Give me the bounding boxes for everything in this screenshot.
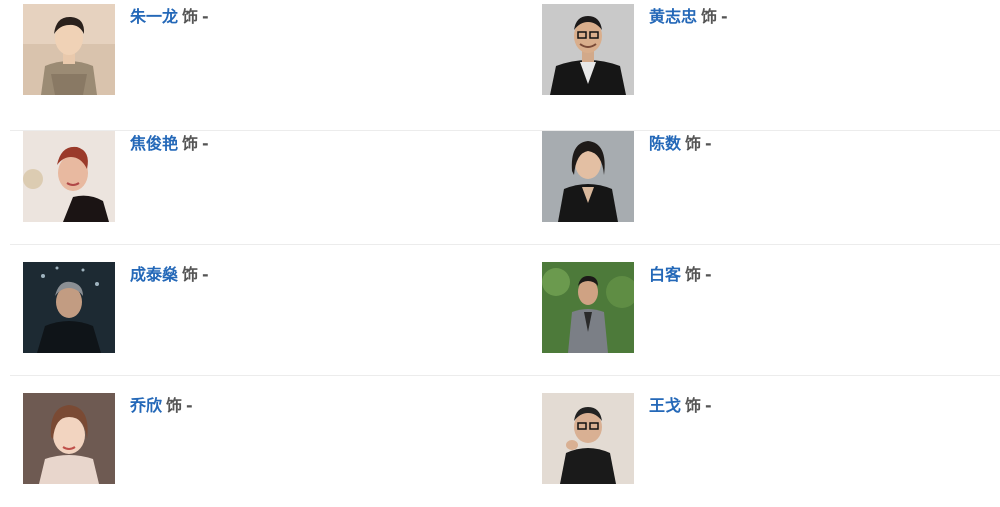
role-connector: 饰 — [701, 7, 718, 26]
cast-row: 焦俊艳饰 - 陈数饰 - — [10, 114, 1000, 245]
cast-item: 陈数饰 - — [542, 131, 962, 223]
cast-caption: 焦俊艳饰 - — [130, 133, 209, 155]
cast-item: 朱一龙饰 - — [23, 4, 443, 96]
role-name: - — [202, 265, 209, 284]
actor-name-link[interactable]: 白客 — [649, 265, 681, 284]
cast-caption: 王戈饰 - — [649, 395, 712, 417]
cast-row: 乔欣饰 - 王戈饰 - — [10, 376, 1000, 507]
role-connector: 饰 — [685, 265, 702, 284]
role-name: - — [705, 396, 712, 415]
cast-item: 黄志忠饰 - — [542, 4, 962, 96]
cast-item: 成泰燊饰 - — [23, 262, 443, 354]
cast-row: 朱一龙饰 - 黄志忠饰 - — [10, 0, 1000, 131]
cast-item: 焦俊艳饰 - — [23, 131, 443, 223]
actor-name-link[interactable]: 焦俊艳 — [130, 134, 178, 153]
cast-item: 白客饰 - — [542, 262, 962, 354]
role-connector: 饰 — [685, 134, 702, 153]
actor-name-link[interactable]: 成泰燊 — [130, 265, 178, 284]
role-name: - — [721, 7, 728, 26]
actor-name-link[interactable]: 乔欣 — [130, 396, 162, 415]
cast-caption: 乔欣饰 - — [130, 395, 193, 417]
actor-name-link[interactable]: 王戈 — [649, 396, 681, 415]
role-name: - — [202, 7, 209, 26]
actor-photo[interactable] — [542, 131, 634, 222]
cast-caption: 朱一龙饰 - — [130, 6, 209, 28]
role-name: - — [705, 134, 712, 153]
actor-photo[interactable] — [23, 393, 115, 484]
role-name: - — [186, 396, 193, 415]
cast-caption: 黄志忠饰 - — [649, 6, 728, 28]
role-connector: 饰 — [685, 396, 702, 415]
actor-name-link[interactable]: 朱一龙 — [130, 7, 178, 26]
actor-photo[interactable] — [23, 262, 115, 353]
cast-caption: 白客饰 - — [649, 264, 712, 286]
role-connector: 饰 — [182, 134, 199, 153]
actor-photo[interactable] — [542, 4, 634, 95]
cast-list: 朱一龙饰 - 黄志忠饰 - 焦俊艳 饰 - 陈数 饰 - 成泰燊 饰 - 白客 … — [0, 0, 1000, 496]
role-name: - — [705, 265, 712, 284]
actor-photo[interactable] — [23, 131, 115, 222]
role-connector: 饰 — [166, 396, 183, 415]
role-connector: 饰 — [182, 265, 199, 284]
role-name: - — [202, 134, 209, 153]
cast-item: 王戈饰 - — [542, 393, 962, 485]
cast-row: 成泰燊饰 - 白客饰 - — [10, 245, 1000, 376]
actor-name-link[interactable]: 黄志忠 — [649, 7, 697, 26]
cast-caption: 陈数饰 - — [649, 133, 712, 155]
actor-name-link[interactable]: 陈数 — [649, 134, 681, 153]
cast-caption: 成泰燊饰 - — [130, 264, 209, 286]
role-connector: 饰 — [182, 7, 199, 26]
actor-photo[interactable] — [23, 4, 115, 95]
actor-photo[interactable] — [542, 393, 634, 484]
cast-item: 乔欣饰 - — [23, 393, 443, 485]
actor-photo[interactable] — [542, 262, 634, 353]
